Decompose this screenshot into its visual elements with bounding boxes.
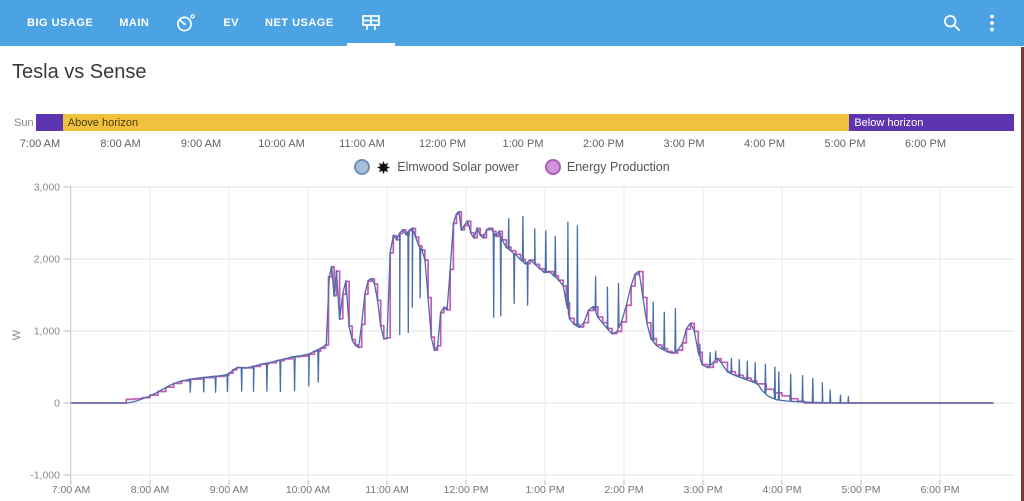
search-icon xyxy=(943,14,960,31)
sun-axis-tick-label: 11:00 AM xyxy=(339,138,385,150)
sun-axis-tick-label: 9:00 AM xyxy=(180,138,222,150)
sun-axis-tick-label: 7:00 AM xyxy=(19,138,61,150)
sun-segment-0 xyxy=(36,114,63,131)
sun-axis-tick-label: 1:00 PM xyxy=(502,138,544,150)
legend-item-elmwood-solar-power[interactable]: Elmwood Solar power xyxy=(354,159,519,175)
y-tick-label: -1,000 xyxy=(30,470,60,482)
sun-axis-tick-label: 12:00 PM xyxy=(418,138,467,150)
sun-axis-tick-label: 4:00 PM xyxy=(744,138,785,150)
x-tick-label: 12:00 PM xyxy=(444,484,489,496)
x-tick-label: 3:00 PM xyxy=(683,484,722,496)
tab-big-usage[interactable]: BIG USAGE xyxy=(14,0,106,46)
nav-tabs: BIG USAGE MAIN EV NET USAGE xyxy=(0,0,395,46)
sun-band-caption: Sun xyxy=(14,117,34,129)
tab-label: NET USAGE xyxy=(265,17,334,29)
nav-actions xyxy=(940,0,1024,46)
x-tick-label: 6:00 PM xyxy=(920,484,959,496)
chart-legend: Elmwood Solar power Energy Production xyxy=(0,159,1024,175)
sun-axis-tick-label: 6:00 PM xyxy=(905,138,946,150)
legend-item-energy-production[interactable]: Energy Production xyxy=(544,159,670,175)
sun-segment-below-horizon: Below horizon xyxy=(849,114,1014,131)
elmwood-solar-power-line xyxy=(71,210,994,404)
tab-label: MAIN xyxy=(119,17,150,29)
tab-label: EV xyxy=(223,17,240,29)
more-button[interactable] xyxy=(980,11,1004,35)
top-nav: BIG USAGE MAIN EV NET USAGE xyxy=(0,0,1024,46)
sun-axis-tick-label: 2:00 PM xyxy=(583,138,624,150)
x-tick-label: 4:00 PM xyxy=(762,484,801,496)
x-tick-label: 2:00 PM xyxy=(604,484,643,496)
tab-meter[interactable] xyxy=(162,0,210,46)
x-tick-label: 8:00 AM xyxy=(131,484,170,496)
y-axis-title: W xyxy=(11,329,23,340)
sun-horizon-bar: Above horizon Below horizon xyxy=(36,114,1014,131)
tab-net-usage[interactable]: NET USAGE xyxy=(252,0,347,46)
gauge-icon xyxy=(177,14,196,32)
black-sun-icon xyxy=(377,160,391,174)
search-button[interactable] xyxy=(940,11,964,35)
sun-axis-tick-label: 10:00 AM xyxy=(258,138,305,150)
legend-marker xyxy=(354,159,371,175)
sun-axis: 7:00 AM 8:00 AM 9:00 AM 10:00 AM 11:00 AM 12:… xyxy=(0,138,1024,152)
kebab-menu-icon xyxy=(990,14,994,32)
legend-label: Elmwood Solar power xyxy=(397,160,519,174)
sun-segment-label: Above horizon xyxy=(67,116,139,129)
x-tick-label: 9:00 AM xyxy=(210,484,249,496)
legend-label: Energy Production xyxy=(566,160,670,174)
tab-solar[interactable] xyxy=(346,0,395,46)
tab-main[interactable]: MAIN xyxy=(106,0,162,46)
x-tick-label: 7:00 AM xyxy=(52,484,91,496)
legend-marker xyxy=(544,159,561,175)
solar-power-chart[interactable]: 3,000 2,000 1,000 0 -1,000 7:00 AM 8:00 AM 9:00… xyxy=(0,180,1024,501)
energy-production-line xyxy=(71,210,993,404)
y-tick-label: 0 xyxy=(54,398,60,410)
solar-panel-icon xyxy=(361,15,380,30)
y-tick-label: 2,000 xyxy=(34,254,60,266)
x-tick-label: 5:00 PM xyxy=(841,484,880,496)
sun-axis-tick-label: 3:00 PM xyxy=(663,138,705,150)
x-tick-label: 11:00 AM xyxy=(365,484,409,496)
sun-segment-label: Below horizon xyxy=(854,116,924,129)
sun-axis-tick-label: 5:00 PM xyxy=(824,138,866,150)
page-title: Tesla vs Sense xyxy=(12,61,147,83)
sun-segment-above-horizon: Above horizon xyxy=(62,114,850,131)
y-tick-label: 3,000 xyxy=(34,182,60,194)
x-tick-label: 10:00 AM xyxy=(286,484,330,496)
tab-ev[interactable]: EV xyxy=(210,0,252,46)
tab-label: BIG USAGE xyxy=(27,17,94,29)
sun-axis-tick-label: 8:00 AM xyxy=(100,138,141,150)
x-tick-label: 1:00 PM xyxy=(525,484,564,496)
y-tick-label: 1,000 xyxy=(34,326,60,338)
